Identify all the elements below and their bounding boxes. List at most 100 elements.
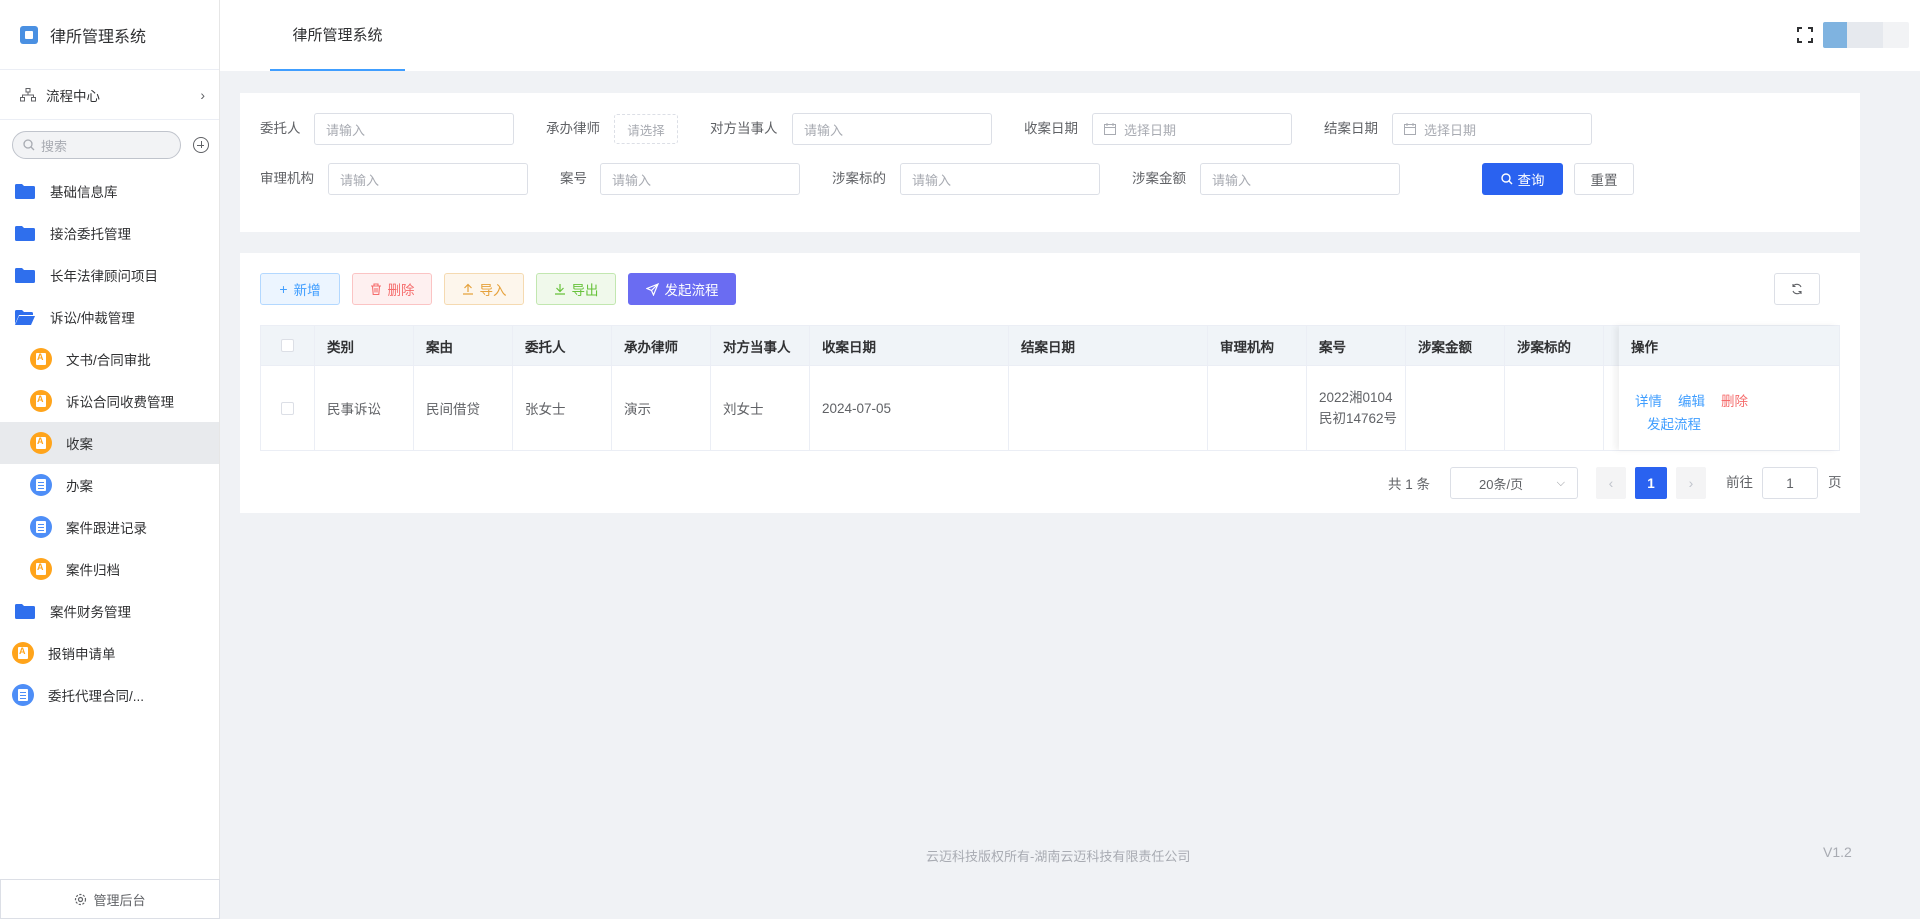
download-icon xyxy=(554,284,565,295)
lawyer-placeholder: 请选择 xyxy=(627,123,665,138)
party-input[interactable]: 请输入 xyxy=(792,113,992,145)
trash-icon xyxy=(370,283,381,295)
cell-party: 刘女士 xyxy=(711,366,810,450)
pagination-total: 共 1 条 xyxy=(1388,477,1431,492)
folder-icon xyxy=(15,267,35,283)
export-button[interactable]: 导出 xyxy=(536,273,616,305)
sidebar-item-case-followup[interactable]: 案件跟进记录 xyxy=(0,506,219,548)
detail-link[interactable]: 详情 xyxy=(1635,394,1662,409)
col-header[interactable]: 承办律师 xyxy=(612,326,711,365)
page-size-select[interactable]: 20条/页 ⌵ xyxy=(1450,467,1578,499)
data-table: 类别 案由 委托人 承办律师 对方当事人 收案日期 结案日期 审理机构 案号 涉… xyxy=(260,325,1840,451)
client-input[interactable]: 请输入 xyxy=(314,113,514,145)
import-label: 导入 xyxy=(479,283,507,298)
table-panel: + 新增 删除 导入 导出 发起流程 类别 案由 委托人 承办律师 对方当事人 收… xyxy=(240,253,1860,513)
add-circle-icon[interactable] xyxy=(193,137,209,153)
table-header-row: 类别 案由 委托人 承办律师 对方当事人 收案日期 结案日期 审理机构 案号 涉… xyxy=(261,326,1839,366)
search-placeholder: 搜索 xyxy=(41,138,68,154)
col-header[interactable]: 涉案金额 xyxy=(1406,326,1505,365)
sidebar-item-doc-approval[interactable]: 文书/合同审批 xyxy=(0,338,219,380)
sidebar-item-case-finance[interactable]: 案件财务管理 xyxy=(0,590,219,632)
sidebar-item-case-accept[interactable]: 收案 xyxy=(0,422,219,464)
cell-cause: 民间借贷 xyxy=(414,366,513,450)
amount-input[interactable]: 请输入 xyxy=(1200,163,1400,195)
cell-court xyxy=(1208,366,1307,450)
org-tree-icon xyxy=(20,87,36,101)
reset-button[interactable]: 重置 xyxy=(1574,163,1634,195)
row-checkbox[interactable] xyxy=(281,401,294,415)
case-no-placeholder: 请输入 xyxy=(612,172,652,188)
delete-button[interactable]: 删除 xyxy=(352,273,432,305)
sidebar-item-contract-fee[interactable]: 诉讼合同收费管理 xyxy=(0,380,219,422)
sidebar: 律所管理系统 流程中心 › 搜索 基础信息库 接洽委托管理 长年法律顾问项目 诉… xyxy=(0,0,220,919)
select-all-checkbox[interactable] xyxy=(281,339,294,352)
edit-link[interactable]: 编辑 xyxy=(1678,394,1705,409)
form-icon xyxy=(30,348,52,370)
refresh-button[interactable] xyxy=(1774,273,1820,305)
close-date-picker[interactable]: 选择日期 xyxy=(1392,113,1592,145)
plus-icon: + xyxy=(279,281,288,297)
import-button[interactable]: 导入 xyxy=(444,273,524,305)
page-unit-label: 页 xyxy=(1828,475,1842,490)
chevron-right-icon: › xyxy=(1688,475,1694,491)
close-date-label: 结案日期 xyxy=(1324,121,1378,136)
col-header[interactable]: 涉案标的 xyxy=(1505,326,1604,365)
list-icon xyxy=(30,474,52,496)
fullscreen-icon[interactable] xyxy=(1797,27,1813,43)
form-icon xyxy=(30,432,52,454)
col-header[interactable]: 类别 xyxy=(315,326,414,365)
sidebar-item-label: 委托代理合同/... xyxy=(48,689,145,704)
tab-home[interactable]: 律所管理系统 xyxy=(270,0,405,71)
lawyer-select[interactable]: 请选择 xyxy=(614,114,678,144)
client-placeholder: 请输入 xyxy=(326,122,366,138)
col-header[interactable]: 案由 xyxy=(414,326,513,365)
ops-column: 操作 详情 编辑 删除 发起流程 xyxy=(1619,326,1839,450)
table-row[interactable]: 民事诉讼 民间借贷 张女士 演示 刘女士 2024-07-05 2022湘010… xyxy=(261,366,1839,450)
col-header[interactable]: 审理机构 xyxy=(1208,326,1307,365)
cell-close-date xyxy=(1009,366,1208,450)
ops-header: 操作 xyxy=(1619,326,1839,366)
next-page-button[interactable]: › xyxy=(1676,467,1706,499)
col-header[interactable]: 对方当事人 xyxy=(711,326,810,365)
start-flow-link[interactable]: 发起流程 xyxy=(1647,417,1701,432)
court-placeholder: 请输入 xyxy=(340,172,380,188)
sidebar-item-basic-info[interactable]: 基础信息库 xyxy=(0,170,219,212)
query-button[interactable]: 查询 xyxy=(1482,163,1563,195)
case-no-input[interactable]: 请输入 xyxy=(600,163,800,195)
sidebar-item-reimburse[interactable]: 报销申请单 xyxy=(0,632,219,674)
accept-date-picker[interactable]: 选择日期 xyxy=(1092,113,1292,145)
subject-input[interactable]: 请输入 xyxy=(900,163,1100,195)
cell-case-no: 2022湘0104民初14762号 xyxy=(1307,366,1406,450)
delete-link[interactable]: 删除 xyxy=(1721,394,1748,409)
flow-center-item[interactable]: 流程中心 › xyxy=(0,70,219,120)
col-header[interactable]: 委托人 xyxy=(513,326,612,365)
sidebar-item-case-handle[interactable]: 办案 xyxy=(0,464,219,506)
version-text: V1.2 xyxy=(1823,844,1852,860)
col-header[interactable]: 结案日期 xyxy=(1009,326,1208,365)
sidebar-item-case-archive[interactable]: 案件归档 xyxy=(0,548,219,590)
menu-search-input[interactable]: 搜索 xyxy=(12,131,181,159)
sidebar-item-agency-contract[interactable]: 委托代理合同/... xyxy=(0,674,219,716)
party-placeholder: 请输入 xyxy=(804,122,844,138)
col-header[interactable]: 案号 xyxy=(1307,326,1406,365)
sidebar-item-legal-advisor[interactable]: 长年法律顾问项目 xyxy=(0,254,219,296)
export-label: 导出 xyxy=(571,283,599,298)
sidebar-item-label: 诉讼/仲裁管理 xyxy=(50,311,135,326)
start-flow-button[interactable]: 发起流程 xyxy=(628,273,736,305)
app-logo[interactable]: 律所管理系统 xyxy=(0,0,219,70)
copyright-text: 云迈科技版权所有-湖南云迈科技有限责任公司 xyxy=(926,849,1191,864)
page-number-current[interactable]: 1 xyxy=(1635,467,1667,499)
sidebar-item-consult[interactable]: 接洽委托管理 xyxy=(0,212,219,254)
user-avatar[interactable] xyxy=(1823,22,1909,48)
admin-button[interactable]: 管理后台 xyxy=(0,879,220,919)
add-button[interactable]: + 新增 xyxy=(260,273,340,305)
court-input[interactable]: 请输入 xyxy=(328,163,528,195)
sidebar-item-litigation[interactable]: 诉讼/仲裁管理 xyxy=(0,296,219,338)
prev-page-button[interactable]: ‹ xyxy=(1596,467,1626,499)
sidebar-item-label: 基础信息库 xyxy=(50,185,118,200)
goto-page-input[interactable]: 1 xyxy=(1762,467,1818,499)
sidebar-item-label: 案件归档 xyxy=(66,563,120,578)
select-all-cell xyxy=(261,326,315,365)
col-header[interactable]: 收案日期 xyxy=(810,326,1009,365)
form-icon xyxy=(30,390,52,412)
